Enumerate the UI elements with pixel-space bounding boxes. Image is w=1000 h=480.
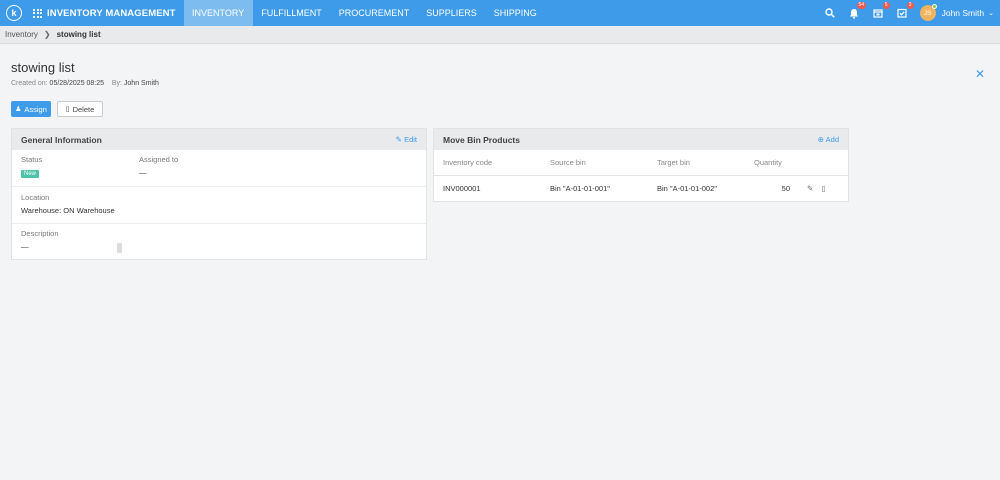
app-name: INVENTORY MANAGEMENT [47, 7, 176, 19]
page-title: stowing list [11, 60, 75, 75]
status-badge: New [21, 170, 40, 178]
panel-header: General Information ✎ Edit [12, 129, 426, 150]
description-label: Description [21, 229, 59, 238]
general-information-panel: General Information ✎ Edit Status New As… [11, 128, 427, 260]
edit-label: Edit [404, 135, 417, 144]
chevron-right-icon: ❯ [43, 30, 51, 39]
resize-handle[interactable] [117, 243, 122, 253]
move-bin-table: Inventory code Source bin Target bin Qua… [434, 150, 848, 201]
app-logo[interactable]: k [6, 5, 22, 21]
location-label: Location [21, 193, 50, 202]
col-actions [798, 150, 848, 176]
user-name[interactable]: John Smith [942, 8, 985, 18]
cell-inventory-code: INV000001 [443, 183, 481, 193]
cell-target-bin: Bin "A-01-01-002" [657, 183, 717, 193]
apps-grid-icon [33, 8, 42, 18]
location-row: Location Warehouse: ON Warehouse [12, 187, 426, 224]
nav-shipping[interactable]: SHIPPING [485, 0, 545, 26]
pencil-icon: ✎ [395, 135, 402, 144]
nav-suppliers[interactable]: SUPPLIERS [418, 0, 486, 26]
nav-fulfillment[interactable]: FULFILLMENT [253, 0, 331, 26]
col-inventory-code: Inventory code [434, 150, 541, 176]
cell-actions: ✎ ▯ [798, 175, 848, 201]
nav-procurement[interactable]: PROCUREMENT [330, 0, 418, 26]
online-status-dot [931, 4, 937, 9]
assign-label: Assign [24, 104, 47, 114]
trash-icon: ▯ [65, 106, 70, 113]
by-label: By: [111, 80, 122, 87]
description-row: Description — [12, 224, 426, 259]
tasks-check-icon[interactable]: 3 [896, 2, 914, 19]
move-bin-products-panel: Move Bin Products ⊕ Add Inventory code S… [433, 128, 849, 202]
logo-letter: k [11, 8, 17, 18]
panel-header: Move Bin Products ⊕ Add [434, 129, 848, 150]
add-button[interactable]: ⊕ Add [818, 135, 839, 144]
close-icon[interactable]: ✕ [975, 67, 985, 81]
assigned-to-label: Assigned to [139, 155, 179, 164]
breadcrumb-current: stowing list [56, 30, 101, 39]
breadcrumb: Inventory ❯ stowing list [0, 26, 1000, 44]
breadcrumb-inventory[interactable]: Inventory [5, 30, 38, 39]
notifications-badge: 54 [857, 2, 866, 9]
col-quantity: Quantity [738, 150, 798, 176]
table-header-row: Inventory code Source bin Target bin Qua… [434, 150, 848, 176]
add-label: Add [825, 135, 839, 144]
page-meta: Created on: 05/28/2025 08:25 By: John Sm… [11, 80, 159, 87]
created-value: 05/28/2025 08:25 [49, 80, 105, 87]
created-label: Created on: [11, 80, 48, 87]
calendar-badge: 5 [882, 2, 890, 9]
user-icon: ♟ [15, 106, 22, 113]
description-value: — [21, 242, 29, 251]
plus-circle-icon: ⊕ [817, 135, 824, 144]
calendar-icon[interactable]: 5 [872, 2, 890, 19]
delete-button[interactable]: ▯ Delete [57, 101, 103, 117]
delete-label: Delete [72, 104, 95, 114]
nav-inventory[interactable]: INVENTORY [183, 0, 253, 26]
edit-row-pencil-icon[interactable]: ✎ [807, 184, 813, 193]
chevron-down-icon[interactable]: ⌄ [988, 9, 994, 17]
header-tools: 54 5 3 JS John Smith ⌄ [812, 0, 994, 26]
app-menu[interactable]: INVENTORY MANAGEMENT [33, 0, 176, 26]
assigned-to-value: — [139, 168, 147, 177]
search-icon[interactable] [824, 7, 836, 19]
user-avatar[interactable]: JS [919, 4, 937, 21]
by-value: John Smith [123, 80, 159, 87]
edit-button[interactable]: ✎ Edit [396, 135, 417, 144]
delete-row-trash-icon[interactable]: ▯ [821, 184, 825, 193]
panel-title: Move Bin Products [443, 134, 520, 145]
tasks-badge: 3 [906, 2, 914, 9]
top-navbar: k INVENTORY MANAGEMENT INVENTORY FULFILL… [0, 0, 1000, 26]
cell-quantity: 50 [781, 183, 790, 193]
notifications-bell-icon[interactable]: 54 [848, 2, 866, 19]
table-row: INV000001 Bin "A-01-01-001" Bin "A-01-01… [434, 175, 848, 201]
status-row: Status New Assigned to — [12, 150, 426, 187]
panel-title: General Information [21, 134, 102, 145]
col-target-bin: Target bin [648, 150, 738, 176]
cell-source-bin: Bin "A-01-01-001" [550, 183, 610, 193]
assign-button[interactable]: ♟ Assign [11, 101, 51, 117]
status-label: Status [21, 155, 43, 164]
avatar-initials: JS [923, 9, 932, 17]
col-source-bin: Source bin [541, 150, 648, 176]
location-value: Warehouse: ON Warehouse [21, 206, 115, 215]
main-nav: INVENTORY FULFILLMENT PROCUREMENT SUPPLI… [183, 0, 546, 26]
